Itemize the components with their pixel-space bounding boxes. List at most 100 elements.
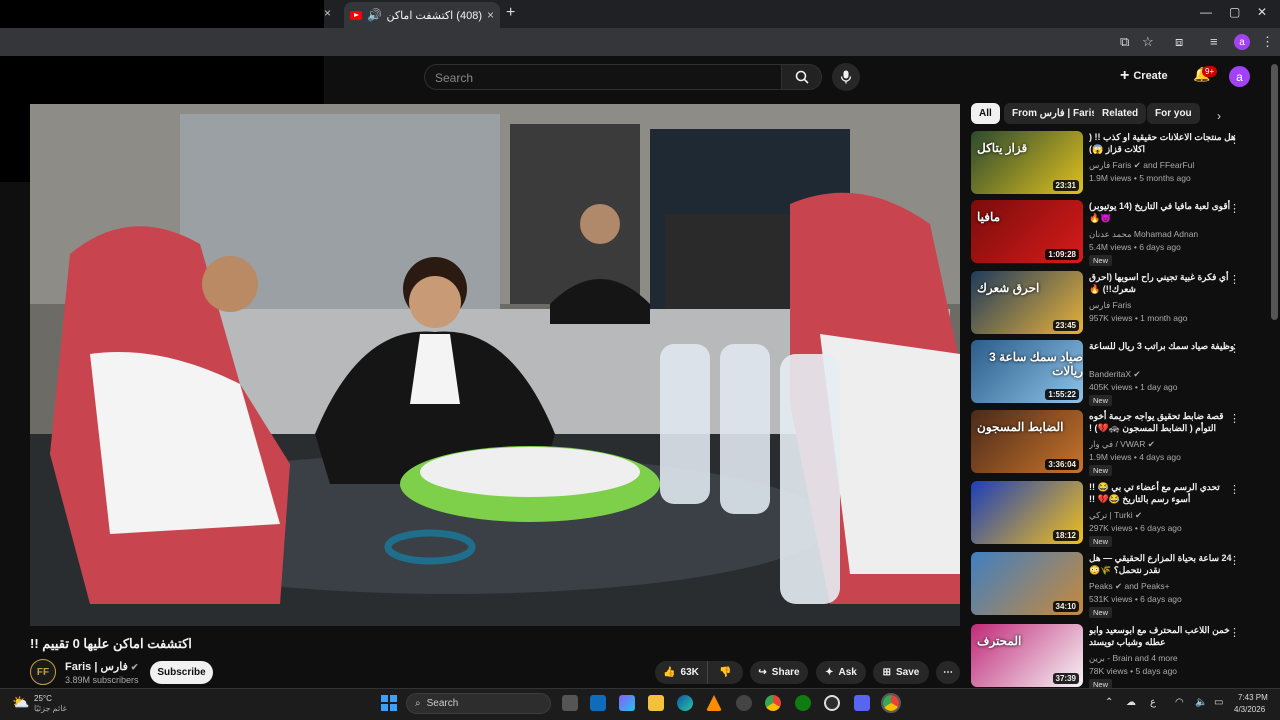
chip-from-channel[interactable]: From فارس | Faris	[1004, 103, 1105, 124]
more-options-icon[interactable]: ⋮	[1229, 273, 1240, 286]
more-options-icon[interactable]: ⋮	[1229, 554, 1240, 567]
recommendation-title[interactable]: أي فكرة غبية تجيني راح اسويها (احرق شعرك…	[1089, 271, 1239, 295]
more-options-icon[interactable]: ⋮	[1229, 483, 1240, 496]
recommendation-title[interactable]: خمن اللاعب المحترف مع ابوسعيد وابو عطله …	[1089, 624, 1239, 648]
recommendation-thumbnail[interactable]: المحترف 37:39	[971, 624, 1083, 687]
onedrive-icon[interactable]: ☁	[1126, 697, 1136, 708]
chrome-icon[interactable]	[765, 695, 781, 711]
wifi-icon[interactable]: ◠	[1175, 697, 1184, 708]
browser-menu-icon[interactable]: ⋮	[1261, 34, 1274, 50]
browser-profile-avatar[interactable]: a	[1234, 34, 1250, 50]
recommendation-thumbnail[interactable]: مافيا 1:09:28	[971, 200, 1083, 263]
tray-overflow-icon[interactable]: ⌃	[1105, 697, 1113, 708]
recommendation-channel[interactable]: تركي | Turki ✔	[1089, 510, 1239, 521]
recommendation-title[interactable]: 24 ساعة بحياة المزارع الحقيقي — هل نقدر …	[1089, 552, 1239, 576]
recommendation-title[interactable]: وظيفة صياد سمك براتب 3 ريال للساعة	[1089, 340, 1239, 352]
share-button[interactable]: ↪ Share	[750, 661, 808, 684]
file-explorer-icon[interactable]	[648, 695, 664, 711]
weather-temperature[interactable]: 25°C	[34, 694, 52, 703]
copilot-icon[interactable]	[619, 695, 635, 711]
account-avatar[interactable]: a	[1229, 66, 1250, 87]
recommendation-item[interactable]: صياد سمك ساعة 3 ريالات 1:55:22 وظيفة صياد …	[971, 340, 1263, 406]
weather-description[interactable]: غائم جزئيًا	[34, 704, 67, 713]
more-actions-button[interactable]: ⋯	[936, 661, 960, 684]
more-options-icon[interactable]: ⋮	[1229, 133, 1240, 146]
clock-date[interactable]: 4/3/2026	[1234, 705, 1265, 714]
voice-search-button[interactable]	[832, 63, 860, 91]
recommendation-channel[interactable]: محمد عدنان Mohamad Adnan	[1089, 229, 1239, 240]
recommendation-title[interactable]: قصة ضابط تحقيق يواجه جريمة أخوه التوأم (…	[1089, 410, 1239, 434]
chevron-right-icon[interactable]: ›	[1217, 109, 1221, 123]
speaker-icon[interactable]: 🔊	[367, 8, 382, 22]
recommendation-thumbnail[interactable]: 18:12	[971, 481, 1083, 544]
search-input[interactable]: Search	[424, 64, 781, 90]
cast-icon[interactable]: ⧉	[1120, 34, 1129, 50]
maximize-button[interactable]: ▢	[1229, 5, 1240, 19]
recommendation-thumbnail[interactable]: احرق شعرك 23:45	[971, 271, 1083, 334]
recommendation-channel[interactable]: فارس Faris ✔ and FFearFul	[1089, 160, 1239, 171]
dislike-button[interactable]: 👎	[707, 661, 743, 684]
chip-all[interactable]: All	[971, 103, 1000, 124]
settings-gear-icon[interactable]	[824, 695, 840, 711]
ask-button[interactable]: ✦ Ask	[816, 661, 866, 684]
discord-icon[interactable]	[854, 695, 870, 711]
recommendation-thumbnail[interactable]: صياد سمك ساعة 3 ريالات 1:55:22	[971, 340, 1083, 403]
recommendation-thumbnail[interactable]: قزاز يتاكل 23:31	[971, 131, 1083, 194]
extensions-icon[interactable]: ⧈	[1175, 34, 1183, 50]
recommendation-item[interactable]: احرق شعرك 23:45 أي فكرة غبية تجيني راح اسو…	[971, 271, 1263, 335]
like-button[interactable]: 👍 63K	[655, 661, 707, 684]
weather-icon[interactable]: ⛅	[12, 694, 29, 711]
recommendation-channel[interactable]: في وار / VWAR ✔	[1089, 439, 1239, 450]
recommendation-item[interactable]: 18:12 تحدي الرسم مع أعضاء تي بي 😂 !! أسوء…	[971, 481, 1263, 547]
create-button[interactable]: + Create	[1120, 66, 1168, 86]
chip-for-you[interactable]: For you	[1147, 103, 1200, 124]
speaker-tray-icon[interactable]: 🔈	[1195, 697, 1207, 708]
more-options-icon[interactable]: ⋮	[1229, 342, 1240, 355]
battery-icon[interactable]: ▭	[1214, 697, 1223, 708]
windows-start-icon[interactable]	[381, 695, 397, 711]
chrome-active-icon[interactable]	[881, 693, 901, 713]
close-window-button[interactable]: ✕	[1257, 5, 1267, 19]
recommendation-item[interactable]: المحترف 37:39 خمن اللاعب المحترف مع ابوسعي…	[971, 624, 1263, 690]
video-player[interactable]	[30, 104, 960, 626]
taskbar-search[interactable]: ⌕ Search	[406, 693, 551, 714]
recommendation-channel[interactable]: BanderitaX ✔	[1089, 369, 1239, 380]
media-control-icon[interactable]: ≡	[1210, 34, 1218, 49]
save-button[interactable]: ⊞ Save	[873, 661, 929, 684]
new-tab-button[interactable]: +	[506, 4, 515, 22]
address-bar[interactable]	[0, 28, 1280, 56]
recommendation-item[interactable]: قزاز يتاكل 23:31 هل منتجات الاعلانات حقيقي…	[971, 131, 1263, 195]
recommendation-title[interactable]: هل منتجات الاعلانات حقيقية او كذب !! ( ا…	[1089, 131, 1239, 155]
recommendation-item[interactable]: الضابط المسجون 3:36:04 قصة ضابط تحقيق يواج…	[971, 410, 1263, 476]
recommendation-channel[interactable]: برين - Brain and 4 more	[1089, 653, 1239, 664]
recommendation-thumbnail[interactable]: 34:10	[971, 552, 1083, 615]
previous-tab-close-icon[interactable]: ×	[324, 6, 331, 20]
github-icon[interactable]	[736, 695, 752, 711]
search-button[interactable]	[781, 64, 822, 90]
more-options-icon[interactable]: ⋮	[1229, 412, 1240, 425]
subscribe-button[interactable]: Subscribe	[150, 661, 213, 684]
store-icon[interactable]	[590, 695, 606, 711]
language-icon[interactable]: ع	[1150, 697, 1156, 708]
xbox-icon[interactable]	[795, 695, 811, 711]
tab-close-icon[interactable]: ×	[487, 8, 494, 22]
more-options-icon[interactable]: ⋮	[1229, 626, 1240, 639]
recommendation-channel[interactable]: فارس Faris	[1089, 300, 1239, 311]
chip-related[interactable]: Related	[1094, 103, 1147, 124]
bookmark-star-icon[interactable]: ☆	[1142, 34, 1154, 50]
task-view-icon[interactable]	[562, 695, 578, 711]
recommendation-title[interactable]: أقوى لعبة مافيا في التاريخ (14 يوتيوبر) …	[1089, 200, 1239, 224]
clock-time[interactable]: 7:43 PM	[1238, 693, 1268, 702]
recommendation-item[interactable]: 34:10 24 ساعة بحياة المزارع الحقيقي — هل …	[971, 552, 1263, 618]
more-options-icon[interactable]: ⋮	[1229, 202, 1240, 215]
recommendation-thumbnail[interactable]: الضابط المسجون 3:36:04	[971, 410, 1083, 473]
tab-youtube[interactable]: 🔊 (408) اكتشفت اماكن عليها 0 ×	[344, 2, 500, 28]
recommendation-channel[interactable]: Peaks ✔ and Peaks+	[1089, 581, 1239, 592]
recommendation-title[interactable]: تحدي الرسم مع أعضاء تي بي 😂 !! أسوء رسم …	[1089, 481, 1239, 505]
edge-icon[interactable]	[677, 695, 693, 711]
scrollbar[interactable]	[1271, 64, 1278, 320]
channel-avatar[interactable]: FF	[30, 659, 56, 685]
recommendation-item[interactable]: مافيا 1:09:28 أقوى لعبة مافيا في التاريخ (…	[971, 200, 1263, 266]
channel-name[interactable]: Faris | فارس ✔	[65, 660, 138, 673]
minimize-button[interactable]: —	[1200, 5, 1212, 19]
